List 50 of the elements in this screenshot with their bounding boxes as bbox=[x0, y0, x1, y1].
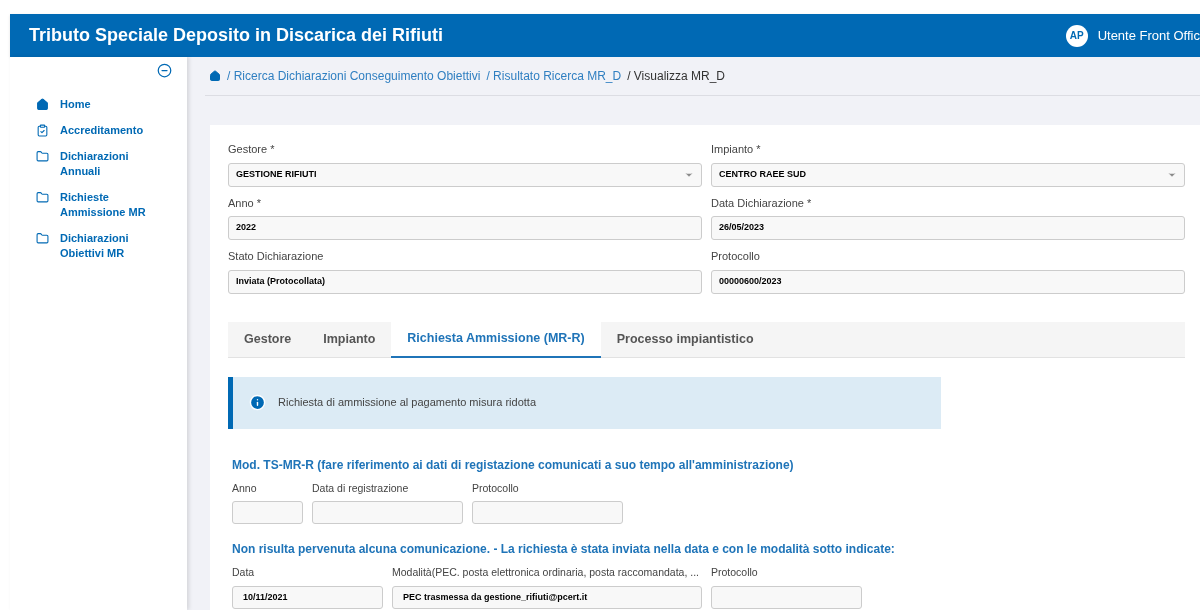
input-field[interactable]: 26/05/2023 bbox=[711, 216, 1185, 240]
sidebar-item[interactable]: Home bbox=[36, 97, 146, 112]
select-field[interactable]: GESTIONE RIFIUTI bbox=[228, 162, 702, 187]
input-field[interactable]: 10/11/2021 bbox=[232, 586, 383, 609]
field-label: Protocollo bbox=[711, 565, 759, 581]
field-label: Protocollo bbox=[472, 480, 520, 496]
section-heading: Mod. TS-MR-R (fare riferimento ai dati di registazione comunicati a suo tempo all'amministrazione) bbox=[232, 456, 795, 474]
section-heading: Non risulta pervenuta alcuna comunicazione. - La richiesta è stata inviata nella data e con le modalità sotto indicate: bbox=[232, 541, 896, 559]
app-title: Tributo Speciale Deposito in Discarica dei Rifiuti bbox=[29, 24, 444, 47]
breadcrumb-link[interactable]: / Ricerca Dichiarazioni Conseguimento Obiettivi bbox=[227, 67, 481, 85]
field-label: Anno bbox=[232, 480, 258, 496]
field-label: Data di registrazione bbox=[312, 480, 410, 496]
field-label: Modalità(PEC. posta elettronica ordinaria, posta raccomandata, ... bbox=[392, 565, 700, 581]
user-avatar[interactable]: AP bbox=[1065, 24, 1088, 47]
user-name[interactable]: Utente Front Offic bbox=[1097, 25, 1200, 46]
folder-icon bbox=[36, 191, 49, 204]
field-label: Gestore * bbox=[228, 142, 276, 157]
field-label: Protocollo bbox=[711, 249, 761, 264]
select-field[interactable]: CENTRO RAEE SUD bbox=[711, 162, 1185, 187]
input-field[interactable]: 00000600/2023 bbox=[711, 269, 1185, 294]
collapse-icon[interactable] bbox=[157, 63, 172, 78]
info-icon bbox=[249, 394, 266, 411]
field-label: Anno * bbox=[228, 195, 263, 211]
tab[interactable]: Richiesta Ammissione (MR-R) bbox=[391, 321, 601, 358]
input-field[interactable] bbox=[711, 586, 862, 609]
input-field[interactable] bbox=[472, 501, 623, 525]
input-field[interactable]: Inviata (Protocollata) bbox=[228, 269, 702, 294]
breadcrumb-link[interactable]: / Risultato Ricerca MR_D bbox=[486, 67, 622, 85]
field-label: Data bbox=[232, 565, 256, 581]
field-label: Data Dichiarazione * bbox=[711, 195, 813, 211]
tab[interactable]: Gestore bbox=[228, 321, 308, 358]
input-field[interactable] bbox=[232, 501, 303, 525]
sidebar-item[interactable]: Accreditamento bbox=[36, 123, 146, 138]
tab[interactable]: Processo impiantistico bbox=[600, 321, 770, 358]
sidebar-item[interactable]: Richieste Ammissione MR bbox=[36, 190, 146, 220]
field-label: Impianto * bbox=[711, 142, 762, 157]
sidebar-item[interactable]: Dichiarazioni Annuali bbox=[36, 149, 146, 179]
input-field[interactable]: PEC trasmessa da gestione_rifiuti@pcert.it bbox=[392, 586, 702, 609]
input-field[interactable]: 2022 bbox=[228, 216, 702, 240]
info-text: Richiesta di ammissione al pagamento misura ridotta bbox=[278, 395, 536, 411]
clipboard-icon bbox=[36, 124, 49, 137]
tab[interactable]: Impianto bbox=[307, 321, 392, 358]
breadcrumb-current: / Visualizza MR_D bbox=[627, 68, 725, 85]
sidebar-item[interactable]: Dichiarazioni Obiettivi MR bbox=[36, 231, 146, 261]
input-field[interactable] bbox=[312, 501, 463, 525]
field-label: Stato Dichiarazione bbox=[228, 249, 325, 264]
home-icon[interactable] bbox=[209, 70, 221, 82]
folder-icon bbox=[36, 150, 49, 163]
folder-icon bbox=[36, 232, 49, 245]
home-icon bbox=[36, 98, 49, 111]
